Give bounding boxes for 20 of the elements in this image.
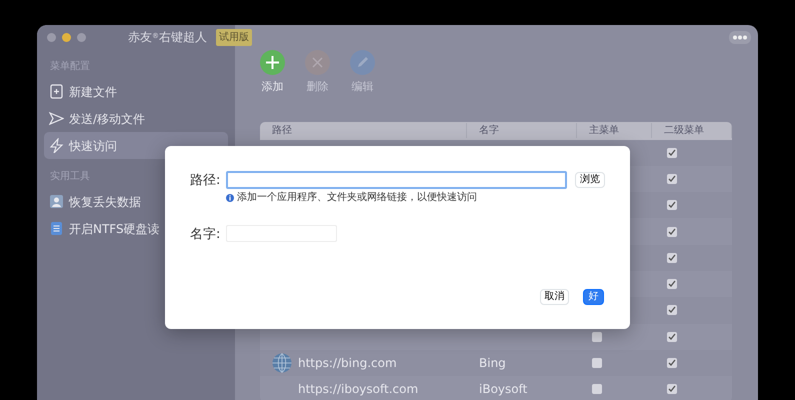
column-header: 路径 — [260, 123, 467, 138]
path-cell-text: https://bing.com — [298, 355, 397, 372]
column-header: 二级菜单 — [652, 123, 732, 138]
ok-button[interactable]: 好 — [583, 289, 604, 305]
name-cell-text: iBoysoft — [478, 381, 528, 398]
column-header: 主菜单 — [577, 123, 652, 138]
column-header: 名字 — [467, 123, 577, 138]
hint-text: 添加一个应用程序、文件夹或网络链接，以便快速访问 — [237, 190, 477, 205]
browse-button[interactable]: 浏览 — [575, 172, 605, 188]
cancel-button[interactable]: 取消 — [540, 289, 569, 305]
sidebar-item[interactable]: 新建文件 — [44, 78, 228, 105]
name-cell-text: Bing — [478, 355, 507, 372]
path-cell-text: https://iboysoft.com — [298, 381, 418, 398]
window-title: 赤友$^{®}$右键超人 — [128, 29, 207, 46]
sidebar-item[interactable]: 恢复丢失数据 — [44, 188, 228, 215]
toolbar-button[interactable]: 添加 — [260, 50, 285, 96]
path-label: 路径: — [190, 172, 220, 190]
sidebar-item[interactable]: 发送/移动文件 — [44, 105, 228, 132]
trial-label: 试用版 — [216, 28, 252, 46]
name-label: 名字: — [190, 226, 220, 244]
